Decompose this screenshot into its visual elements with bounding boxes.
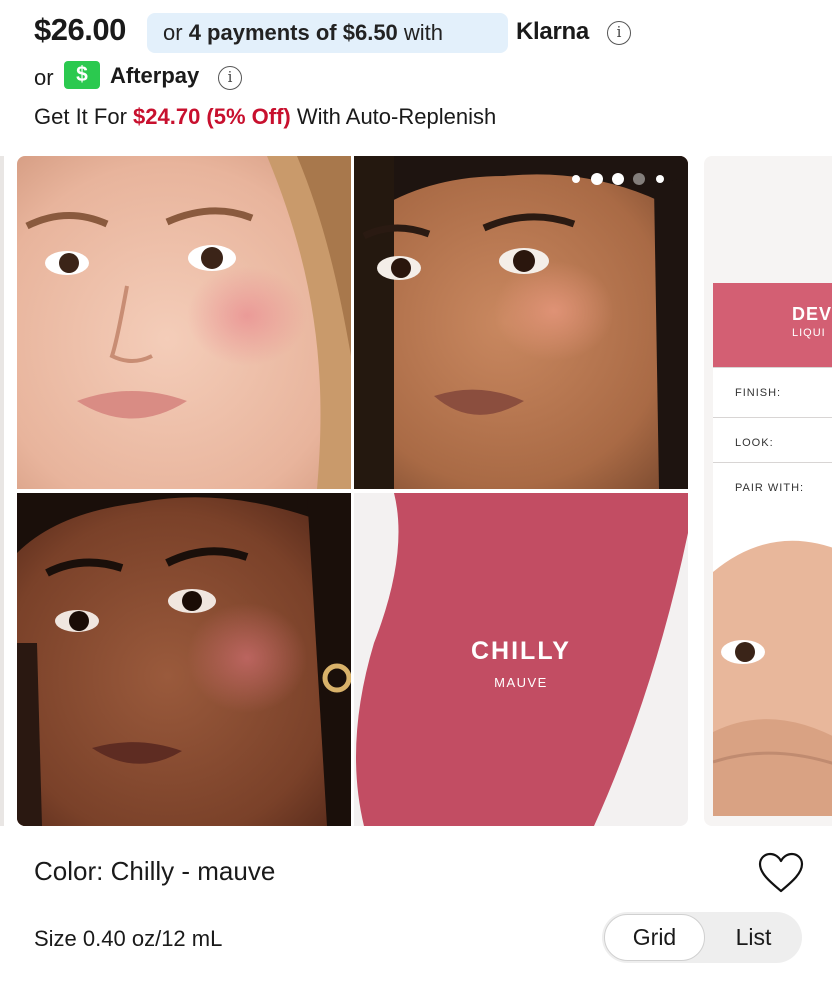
grid-view-button[interactable]: Grid: [604, 914, 705, 961]
selected-color-label: Color: Chilly - mauve: [34, 856, 276, 886]
next-card-row-label: PAIR WITH:: [735, 482, 805, 494]
next-card-title: DEV: [792, 304, 832, 324]
replenish-suffix: With Auto-Replenish: [290, 104, 497, 129]
auto-replenish-offer[interactable]: Get It For $24.70 (5% Off) With Auto-Rep…: [34, 104, 496, 130]
pagination-dot[interactable]: [656, 175, 664, 183]
next-card-row: LOOK:: [713, 417, 832, 468]
klarna-suffix: with: [397, 20, 444, 45]
replenish-discount-price: $24.70 (5% Off): [133, 104, 291, 129]
next-card-header-band: [713, 283, 832, 367]
klarna-installments: or 4 payments of $6.50 with: [163, 20, 443, 46]
info-circle-icon[interactable]: i: [218, 66, 242, 90]
dollar-sign-icon: $: [64, 61, 100, 89]
klarna-installment-amount: 4 payments of $6.50: [188, 20, 398, 45]
product-image-card[interactable]: CHILLY MAUVE: [17, 156, 688, 826]
swatch-shade-name: CHILLY: [471, 637, 571, 665]
model-photo-2: [354, 156, 688, 489]
next-card-peek[interactable]: FINISH: LOOK: PAIR WITH:: [704, 156, 832, 826]
klarna-prefix: or: [163, 20, 189, 45]
next-card-subtitle: LIQUI: [792, 327, 826, 339]
swatch-shade-family: MAUVE: [494, 675, 548, 690]
model-photo-1: [17, 156, 351, 489]
pagination-dot-active[interactable]: [633, 173, 645, 185]
next-card-photo: [713, 512, 832, 816]
shade-swatch: CHILLY MAUVE: [354, 493, 688, 826]
carousel-pagination: [570, 172, 670, 186]
pagination-dot[interactable]: [612, 173, 624, 185]
pagination-dot[interactable]: [572, 175, 580, 183]
price: $26.00: [34, 12, 126, 47]
pagination-dot[interactable]: [591, 173, 603, 185]
replenish-prefix: Get It For: [34, 104, 134, 129]
next-card-row: PAIR WITH:: [713, 462, 832, 514]
next-card-row: FINISH:: [713, 367, 832, 418]
next-card-row-label: LOOK:: [735, 437, 774, 449]
info-circle-icon[interactable]: i: [607, 21, 631, 45]
next-card-row-label: FINISH:: [735, 387, 782, 399]
klarna-logo: Klarna: [516, 18, 589, 45]
previous-card-edge[interactable]: [0, 156, 4, 826]
heart-outline-icon[interactable]: [757, 851, 805, 895]
list-view-button[interactable]: List: [705, 914, 802, 961]
model-photo-3: [17, 493, 351, 826]
afterpay-or: or: [34, 65, 54, 90]
size-label: Size 0.40 oz/12 mL: [34, 926, 223, 951]
afterpay-label: Afterpay: [110, 63, 200, 88]
